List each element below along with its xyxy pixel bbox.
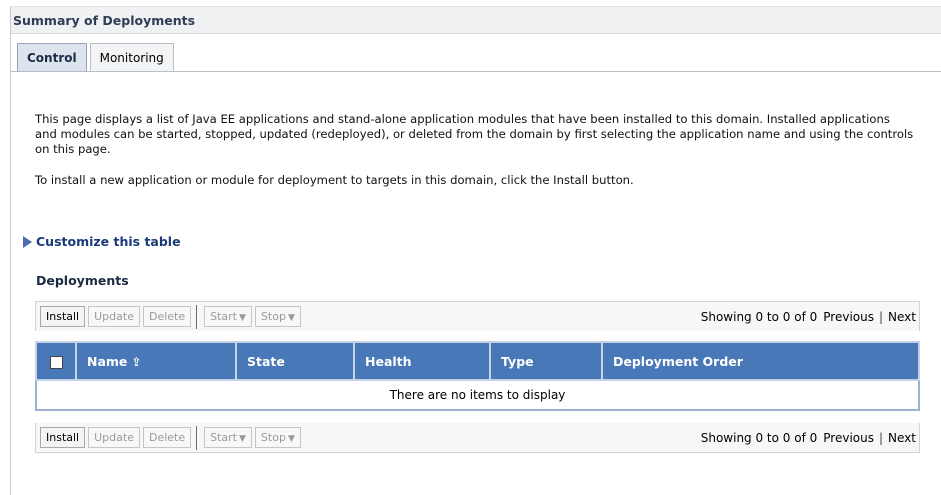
pager: Showing 0 to 0 of 0 Previous | Next <box>701 310 916 324</box>
column-header-type[interactable]: Type <box>489 341 603 381</box>
stop-label: Stop <box>260 431 286 444</box>
pager-status: Showing 0 to 0 of 0 <box>700 430 818 445</box>
stop-dropdown-button[interactable]: Stop ▼ <box>254 306 301 327</box>
column-header-health[interactable]: Health <box>353 341 491 381</box>
tab-monitoring[interactable]: Monitoring <box>89 43 174 71</box>
tab-divider <box>11 71 941 72</box>
deployments-table: Name ⇪ State Health Type Deployment Order… <box>35 341 920 411</box>
delete-button[interactable]: Delete <box>142 427 192 448</box>
update-button[interactable]: Update <box>88 427 140 448</box>
sort-ascending-icon: ⇪ <box>131 354 142 369</box>
customize-table-label: Customize this table <box>36 234 181 249</box>
page-frame <box>10 6 941 495</box>
install-button[interactable]: Install <box>40 306 86 327</box>
column-header-state[interactable]: State <box>235 341 355 381</box>
chevron-down-icon: ▼ <box>287 434 295 444</box>
pager-status: Showing 0 to 0 of 0 <box>700 309 818 324</box>
stop-label: Stop <box>260 310 286 323</box>
install-button[interactable]: Install <box>40 427 86 448</box>
select-all-checkbox[interactable] <box>49 355 63 369</box>
select-all-cell <box>35 341 77 381</box>
pager-separator: | <box>878 430 884 445</box>
deployments-toolbar-bottom: Install Update Delete Start ▼ Stop ▼ Showi… <box>35 423 920 453</box>
start-label: Start <box>210 310 237 323</box>
start-dropdown-button[interactable]: Start ▼ <box>204 306 252 327</box>
column-name-label: Name <box>87 353 128 369</box>
chevron-down-icon: ▼ <box>239 313 246 323</box>
description-paragraph: This page displays a list of Java EE app… <box>35 112 914 156</box>
page-title: Summary of Deployments <box>11 7 941 34</box>
tab-control[interactable]: Control <box>17 43 87 71</box>
customize-table-link[interactable]: Customize this table <box>23 234 181 249</box>
delete-button[interactable]: Delete <box>142 306 192 327</box>
start-dropdown-button[interactable]: Start ▼ <box>204 427 252 448</box>
deployments-title: Deployments <box>36 273 129 288</box>
update-button[interactable]: Update <box>88 306 140 327</box>
deployments-toolbar-top: Install Update Delete Start ▼ Stop ▼ Showi… <box>35 301 920 331</box>
start-label: Start <box>210 431 237 444</box>
chevron-down-icon: ▼ <box>239 434 246 444</box>
column-header-name[interactable]: Name ⇪ <box>75 341 237 381</box>
table-header-row: Name ⇪ State Health Type Deployment Order <box>35 341 920 381</box>
pager: Showing 0 to 0 of 0 Previous | Next <box>701 431 916 445</box>
stop-dropdown-button[interactable]: Stop ▼ <box>254 427 301 448</box>
column-header-deployment-order[interactable]: Deployment Order <box>601 341 920 381</box>
chevron-down-icon: ▼ <box>287 313 295 323</box>
next-link[interactable]: Next <box>888 431 916 445</box>
page-description: This page displays a list of Java EE app… <box>35 112 915 188</box>
install-instructions: To install a new application or module f… <box>35 173 634 187</box>
toolbar-separator <box>196 304 198 329</box>
next-link[interactable]: Next <box>888 310 916 324</box>
toolbar-separator <box>196 425 198 450</box>
empty-message: There are no items to display <box>35 379 920 411</box>
empty-row: There are no items to display <box>35 379 920 411</box>
expand-triangle-icon <box>23 235 32 248</box>
previous-link[interactable]: Previous <box>823 310 874 324</box>
tab-bar: Control Monitoring <box>17 43 177 72</box>
previous-link[interactable]: Previous <box>823 431 874 445</box>
pager-separator: | <box>878 309 884 324</box>
